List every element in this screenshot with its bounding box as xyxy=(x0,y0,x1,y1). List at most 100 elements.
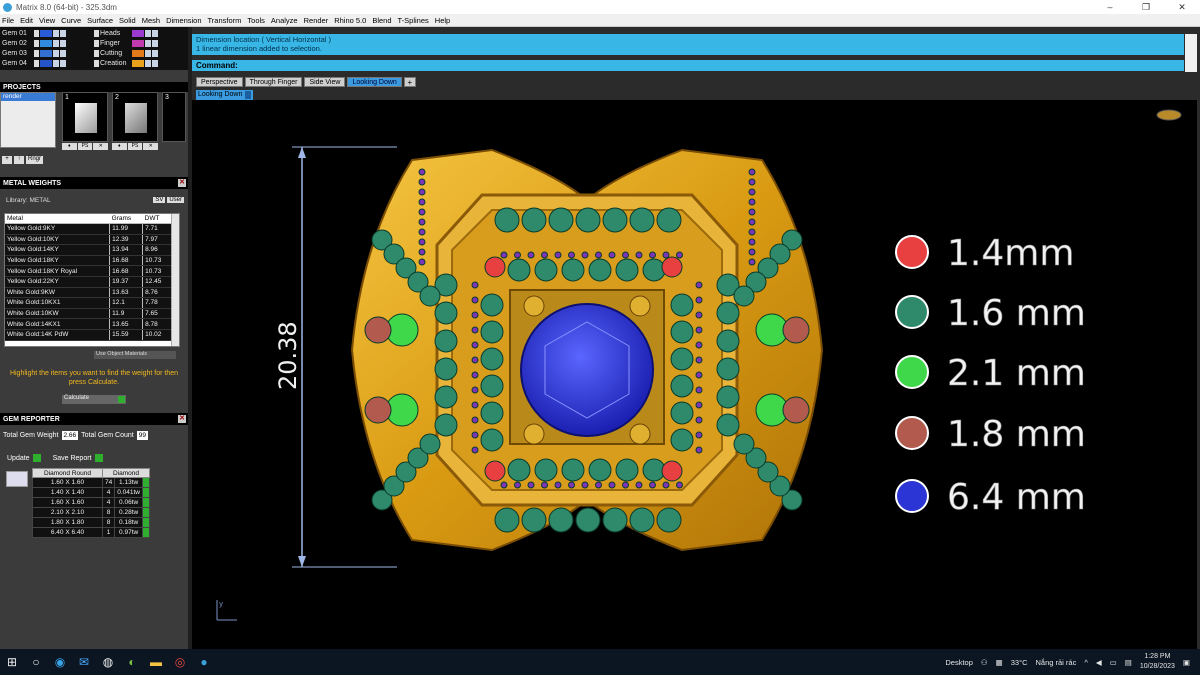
lock-icon[interactable] xyxy=(53,59,59,67)
temperature[interactable]: 33°C xyxy=(1011,658,1028,667)
layer-color-swatch[interactable] xyxy=(40,39,52,47)
table-row[interactable]: White Gold:14KX1 13.65 8.78 xyxy=(5,318,173,330)
weather-text[interactable]: Nắng rải rác xyxy=(1036,658,1077,667)
table-row[interactable]: White Gold:14K PdW 15.59 10.02 xyxy=(5,329,173,341)
select-icon[interactable] xyxy=(142,527,151,538)
minimize-button[interactable]: – xyxy=(1092,0,1128,14)
viewport-looking-down[interactable]: 20.38 y 1.4mm 1.6 mm 2.1 mm 1.8 mm 6.4 m… xyxy=(192,100,1197,649)
select-icon[interactable] xyxy=(142,517,151,528)
layer-color-swatch[interactable] xyxy=(40,49,52,57)
project-item[interactable]: render xyxy=(1,93,55,101)
visibility-icon[interactable] xyxy=(152,49,158,57)
menu-file[interactable]: File xyxy=(2,16,14,25)
use-object-materials-dropdown[interactable]: Use Object Materials xyxy=(94,351,176,359)
ps-button[interactable]: PS xyxy=(127,143,143,150)
menu-solid[interactable]: Solid xyxy=(119,16,136,25)
visibility-icon[interactable] xyxy=(60,59,66,67)
layer-color-swatch[interactable] xyxy=(132,29,144,37)
menu-tsplines[interactable]: T-Splines xyxy=(398,16,429,25)
table-scrollbar[interactable] xyxy=(171,214,179,346)
menu-help[interactable]: Help xyxy=(435,16,450,25)
column-header-metal[interactable]: Metal xyxy=(5,214,110,224)
layer-toggle[interactable] xyxy=(94,49,99,57)
delete-icon[interactable]: ✕ xyxy=(93,143,109,150)
visibility-icon[interactable] xyxy=(60,39,66,47)
close-button[interactable]: ✕ xyxy=(1164,0,1200,14)
user-button[interactable]: User xyxy=(167,197,184,203)
layer-color-swatch[interactable] xyxy=(40,59,52,67)
layer-toggle[interactable] xyxy=(94,29,99,37)
sv-button[interactable]: SV xyxy=(153,197,166,203)
table-row[interactable]: White Gold:10KW 11.9 7.65 xyxy=(5,308,173,320)
delete-icon[interactable]: ✕ xyxy=(143,143,159,150)
lock-icon[interactable] xyxy=(145,59,151,67)
menu-surface[interactable]: Surface xyxy=(87,16,113,25)
menu-dimension[interactable]: Dimension xyxy=(166,16,201,25)
menu-tools[interactable]: Tools xyxy=(247,16,265,25)
up-arrow-icon[interactable]: ↑ xyxy=(14,156,24,164)
visibility-icon[interactable] xyxy=(152,39,158,47)
speaker-icon[interactable]: ◀ xyxy=(1096,658,1102,667)
tab-looking-down[interactable]: Looking Down xyxy=(347,77,402,87)
lock-icon[interactable] xyxy=(53,29,59,37)
people-icon[interactable]: ⚇ xyxy=(981,658,988,667)
layer-toggle[interactable] xyxy=(94,59,99,67)
layer-toggle[interactable] xyxy=(34,39,39,47)
weather-icon[interactable]: ▦ xyxy=(996,658,1003,667)
table-row[interactable]: Yellow Gold:18KY Royal 16.68 10.73 xyxy=(5,265,173,277)
clock[interactable]: 1:28 PM 10/28/2023 xyxy=(1140,652,1175,672)
menu-blend[interactable]: Blend xyxy=(372,16,391,25)
windows-start-icon[interactable]: ⊞ xyxy=(0,649,24,675)
layer-toggle[interactable] xyxy=(34,29,39,37)
tab-through-finger[interactable]: Through Finger xyxy=(244,77,303,87)
layer-row[interactable]: Creation xyxy=(94,58,186,68)
folder-icon[interactable]: ▬ xyxy=(144,649,168,675)
visibility-icon[interactable] xyxy=(60,49,66,57)
table-row[interactable]: Yellow Gold:9KY 11.99 7.71 xyxy=(5,223,173,235)
layer-color-swatch[interactable] xyxy=(132,59,144,67)
select-icon[interactable] xyxy=(142,477,151,488)
layer-row[interactable]: Gem 01 xyxy=(2,28,94,38)
visibility-icon[interactable] xyxy=(60,29,66,37)
layer-row[interactable]: Gem 03 xyxy=(2,48,94,58)
menu-curve[interactable]: Curve xyxy=(61,16,81,25)
keyboard-icon[interactable]: ▤ xyxy=(1125,658,1132,667)
project-thumbnail[interactable]: 3 xyxy=(162,92,186,142)
calculate-button[interactable]: Calculate xyxy=(62,395,126,404)
ps-button[interactable]: PS xyxy=(77,143,93,150)
maximize-button[interactable]: ❐ xyxy=(1128,0,1164,14)
tab-perspective[interactable]: Perspective xyxy=(196,77,243,87)
command-input[interactable]: Command: xyxy=(192,60,1184,71)
table-row[interactable]: White Gold:9KW 13.63 8.76 xyxy=(5,287,173,299)
table-row[interactable]: 1.60 X 1.60 74 1.13tw xyxy=(32,477,151,488)
menu-render[interactable]: Render xyxy=(304,16,329,25)
visibility-icon[interactable] xyxy=(152,59,158,67)
lock-icon[interactable] xyxy=(145,39,151,47)
layer-row[interactable]: Heads xyxy=(94,28,186,38)
menu-edit[interactable]: Edit xyxy=(20,16,33,25)
column-header-grams[interactable]: Grams xyxy=(109,214,143,224)
layer-toggle[interactable] xyxy=(94,39,99,47)
lock-icon[interactable] xyxy=(53,39,59,47)
table-row[interactable]: Yellow Gold:22KY 19.37 12.45 xyxy=(5,276,173,288)
menu-mesh[interactable]: Mesh xyxy=(142,16,160,25)
lock-icon[interactable] xyxy=(145,49,151,57)
layer-toggle[interactable] xyxy=(34,59,39,67)
table-row[interactable]: Yellow Gold:14KY 13.94 8.96 xyxy=(5,244,173,256)
menu-view[interactable]: View xyxy=(39,16,55,25)
select-icon[interactable] xyxy=(142,487,151,498)
update-button[interactable]: Update xyxy=(3,454,45,462)
table-row[interactable]: White Gold:10KX1 12.1 7.78 xyxy=(5,297,173,309)
battery-icon[interactable]: ▭ xyxy=(1110,658,1117,667)
table-row[interactable]: 1.40 X 1.40 4 0.041tw xyxy=(32,487,151,498)
pin-icon[interactable]: ♦ xyxy=(112,143,127,150)
table-row[interactable]: Yellow Gold:18KY 16.68 10.73 xyxy=(5,255,173,267)
project-thumbnail[interactable]: 2 xyxy=(112,92,158,142)
menu-transform[interactable]: Transform xyxy=(208,16,242,25)
view-cube-icon[interactable] xyxy=(1156,109,1182,121)
table-row[interactable]: Yellow Gold:10KY 12.39 7.97 xyxy=(5,234,173,246)
menu-analyze[interactable]: Analyze xyxy=(271,16,298,25)
matrix-icon[interactable]: ● xyxy=(192,649,216,675)
command-scrollbar[interactable] xyxy=(1185,34,1197,72)
project-thumbnail[interactable]: 1 xyxy=(62,92,108,142)
